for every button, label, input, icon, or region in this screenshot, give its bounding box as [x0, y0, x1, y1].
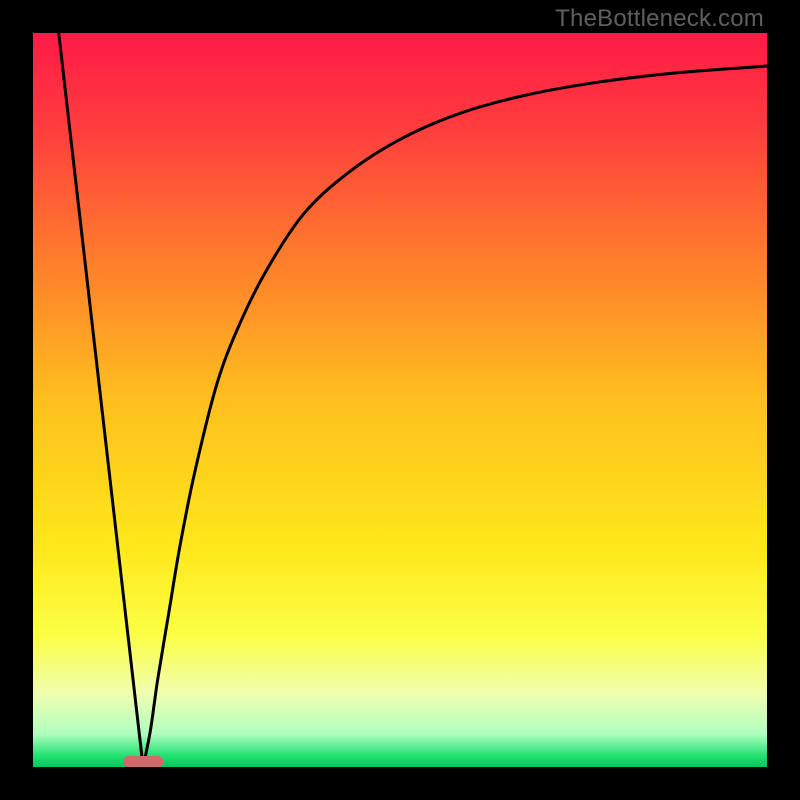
plot-area: [33, 33, 767, 767]
chart-canvas: [33, 33, 767, 767]
watermark-text: TheBottleneck.com: [555, 5, 764, 33]
gradient-background: [33, 33, 767, 767]
chart-frame: TheBottleneck.com: [0, 0, 800, 800]
optimum-marker: [123, 756, 163, 767]
